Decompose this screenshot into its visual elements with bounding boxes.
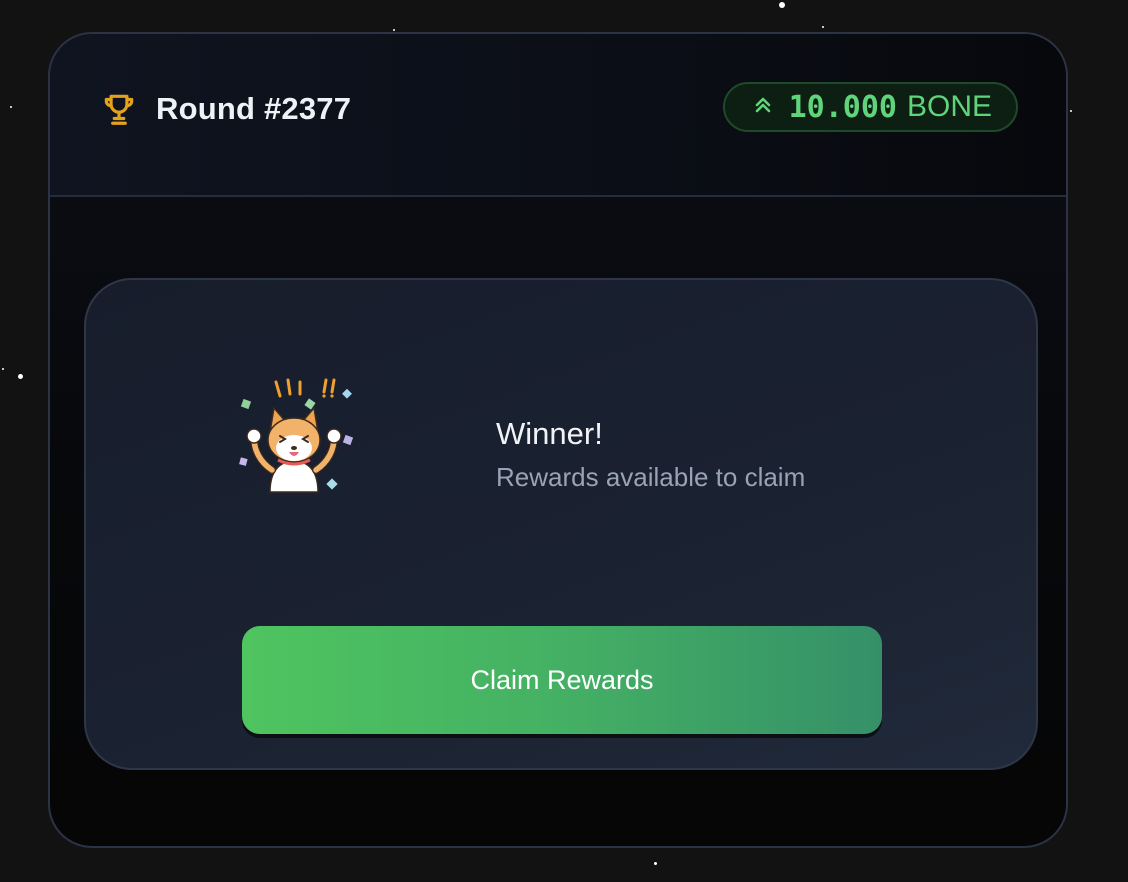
round-title: Round #2377 — [156, 91, 352, 126]
winner-subtitle: Rewards available to claim — [496, 462, 806, 492]
star-dot — [1070, 110, 1072, 112]
trophy-icon — [100, 90, 138, 128]
star-dot — [654, 862, 657, 865]
bone-unit: BONE — [906, 90, 992, 123]
bone-balance-badge: 10.000 BONE — [722, 82, 1018, 132]
bone-amount: 10.000 — [788, 89, 897, 125]
round-info: Round #2377 — [100, 90, 351, 128]
winner-title: Winner! — [496, 416, 603, 451]
shiba-celebration-sticker — [236, 374, 366, 504]
star-dot — [393, 29, 395, 31]
star-dot — [18, 374, 23, 379]
app-background: Round #2377 10.000 BONE Winner! Rewards … — [0, 0, 1128, 882]
star-dot — [779, 2, 785, 8]
star-dot — [822, 26, 824, 28]
chevrons-up-icon — [751, 93, 775, 122]
round-card: Round #2377 10.000 BONE Winner! Rewards … — [48, 32, 1068, 848]
card-header: Round #2377 10.000 BONE — [50, 34, 1066, 197]
claim-rewards-button[interactable]: Claim Rewards — [242, 626, 882, 734]
star-dot — [2, 368, 4, 370]
star-dot — [10, 106, 12, 108]
winner-panel: Winner! Rewards available to claim Claim… — [84, 278, 1038, 770]
